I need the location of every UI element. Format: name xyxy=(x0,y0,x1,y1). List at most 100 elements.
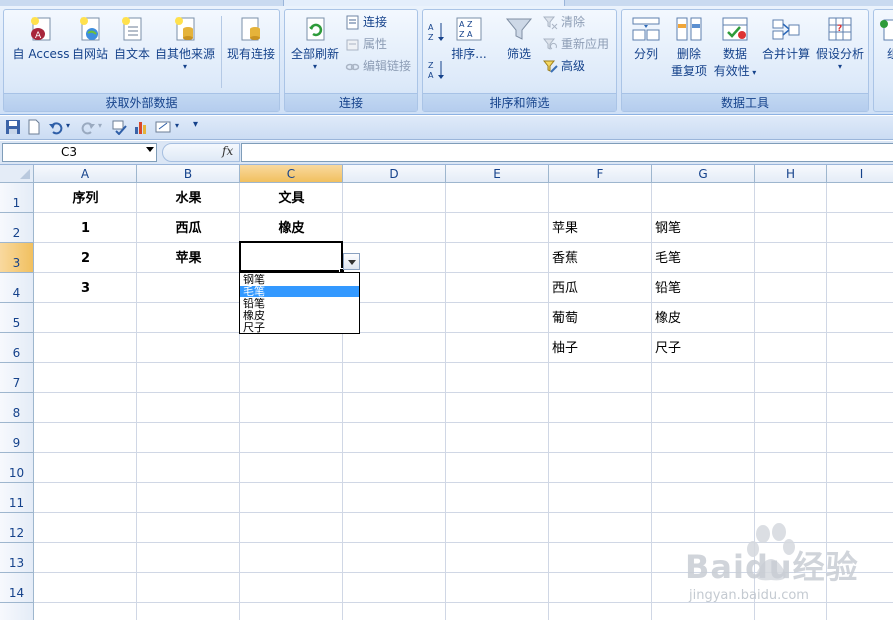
cell-c1[interactable]: 文具 xyxy=(240,183,343,212)
from-web-button[interactable]: 自网站 xyxy=(70,14,110,63)
column-header-c[interactable]: C xyxy=(240,165,343,183)
cell-g2[interactable]: 钢笔 xyxy=(652,213,755,242)
cell-f5[interactable]: 葡萄 xyxy=(549,303,652,332)
column-header-h[interactable]: H xyxy=(755,165,827,183)
column-header-i[interactable]: I xyxy=(827,165,893,183)
dropdown-item[interactable]: 尺子 xyxy=(240,322,359,333)
cell-a1[interactable]: 序列 xyxy=(34,183,137,212)
existing-connections-button[interactable]: 现有连接 xyxy=(224,14,278,63)
consolidate-icon xyxy=(772,19,800,40)
active-cell-c3[interactable] xyxy=(239,241,343,272)
row-header-11[interactable]: 11 xyxy=(0,483,34,513)
funnel-icon xyxy=(505,18,533,40)
data-validation-button[interactable]: 数据 有效性 ▾ xyxy=(712,14,758,81)
consolidate-button[interactable]: 合并计算 xyxy=(760,14,812,63)
row-header-6[interactable]: 6 xyxy=(0,333,34,363)
row-header-3[interactable]: 3 xyxy=(0,243,34,273)
svg-text:A: A xyxy=(428,23,434,32)
remove-duplicates-button[interactable]: 删除 重复项 xyxy=(666,14,712,80)
advanced-filter-button[interactable]: 高级 xyxy=(543,56,585,76)
properties-button[interactable]: 属性 xyxy=(345,34,387,54)
undo-icon[interactable] xyxy=(48,119,64,135)
row-header-2[interactable]: 2 xyxy=(0,213,34,243)
column-header-e[interactable]: E xyxy=(446,165,549,183)
what-if-analysis-button[interactable]: ? 假设分析 ▾ xyxy=(812,14,868,71)
sort-descending-button[interactable]: ZA xyxy=(427,58,447,82)
undo-dropdown-icon[interactable]: ▾ xyxy=(66,121,70,130)
clear-filter-button[interactable]: 清除 xyxy=(543,12,585,32)
row-header-7[interactable]: 7 xyxy=(0,363,34,393)
name-box[interactable]: C3 xyxy=(2,143,157,162)
chart-icon[interactable] xyxy=(133,119,149,135)
dropdown-item[interactable]: 钢笔 xyxy=(240,274,359,285)
spell-check-icon[interactable] xyxy=(111,119,127,135)
sort-ascending-button[interactable]: AZ xyxy=(427,20,447,44)
form-dropdown-icon[interactable]: ▾ xyxy=(175,121,179,130)
text-to-columns-button[interactable]: 分列 xyxy=(626,14,666,63)
filter-button[interactable]: 筛选 xyxy=(499,14,539,63)
save-icon[interactable] xyxy=(5,119,21,135)
cell-b3[interactable]: 苹果 xyxy=(137,243,240,272)
dropdown-item[interactable]: 橡皮 xyxy=(240,310,359,321)
cell-g3[interactable]: 毛笔 xyxy=(652,243,755,272)
redo-dropdown-icon[interactable]: ▾ xyxy=(98,121,102,130)
formula-bar: C3 fx xyxy=(0,141,893,165)
from-text-label: 自文本 xyxy=(113,47,150,61)
cell-f2[interactable]: 苹果 xyxy=(549,213,652,242)
cell-f3[interactable]: 香蕉 xyxy=(549,243,652,272)
gridline xyxy=(34,392,893,393)
cell-b1[interactable]: 水果 xyxy=(137,183,240,212)
group-label-sort-filter: 排序和筛选 xyxy=(423,93,616,111)
chevron-down-icon: ▾ xyxy=(182,62,187,71)
cell-a2[interactable]: 1 xyxy=(34,213,137,242)
from-access-button[interactable]: A 自 Access xyxy=(8,14,74,63)
row-header-8[interactable]: 8 xyxy=(0,393,34,423)
cell-a3[interactable]: 2 xyxy=(34,243,137,272)
row-header-15[interactable] xyxy=(0,603,34,620)
column-header-a[interactable]: A xyxy=(34,165,137,183)
cell-g5[interactable]: 橡皮 xyxy=(652,303,755,332)
dropdown-item[interactable]: 铅笔 xyxy=(240,298,359,309)
row-header-12[interactable]: 12 xyxy=(0,513,34,543)
formula-input[interactable] xyxy=(241,143,893,162)
connections-button[interactable]: 连接 xyxy=(345,12,387,32)
row-header-13[interactable]: 13 xyxy=(0,543,34,573)
cell-f4[interactable]: 西瓜 xyxy=(549,273,652,302)
column-header-g[interactable]: G xyxy=(652,165,755,183)
sort-button[interactable]: A ZZ A 排序... xyxy=(451,14,487,63)
row-header-10[interactable]: 10 xyxy=(0,453,34,483)
customize-qat-icon[interactable]: ▾ xyxy=(193,119,198,130)
cell-b2[interactable]: 西瓜 xyxy=(137,213,240,242)
row-header-9[interactable]: 9 xyxy=(0,423,34,453)
column-header-f[interactable]: F xyxy=(549,165,652,183)
cell-a4[interactable]: 3 xyxy=(34,273,137,302)
new-document-icon[interactable] xyxy=(26,119,42,135)
from-text-button[interactable]: 自文本 xyxy=(112,14,152,63)
validation-dropdown-button[interactable] xyxy=(343,253,360,270)
redo-icon[interactable] xyxy=(80,119,96,135)
column-header-b[interactable]: B xyxy=(137,165,240,183)
insert-function-icon[interactable]: fx xyxy=(222,144,233,158)
refresh-all-button[interactable]: 全部刷新 ▾ xyxy=(289,14,341,71)
edit-links-button[interactable]: 编辑链接 xyxy=(345,56,411,76)
column-header-d[interactable]: D xyxy=(343,165,446,183)
select-all-corner[interactable] xyxy=(0,165,34,183)
text-to-columns-label: 分列 xyxy=(633,47,658,61)
cell-f6[interactable]: 柚子 xyxy=(549,333,652,362)
gridline xyxy=(34,422,893,423)
validation-dropdown-list[interactable]: 钢笔 毛笔 铅笔 橡皮 尺子 xyxy=(239,272,360,334)
dropdown-item-highlighted[interactable]: 毛笔 xyxy=(240,286,359,297)
form-icon[interactable] xyxy=(155,119,171,135)
row-header-14[interactable]: 14 xyxy=(0,573,34,603)
cell-g4[interactable]: 铅笔 xyxy=(652,273,755,302)
cell-g6[interactable]: 尺子 xyxy=(652,333,755,362)
group-button[interactable]: 组 xyxy=(878,14,893,63)
reapply-button[interactable]: 重新应用 xyxy=(543,34,609,54)
row-header-4[interactable]: 4 xyxy=(0,273,34,303)
gridline xyxy=(34,452,893,453)
row-header-1[interactable]: 1 xyxy=(0,183,34,213)
from-other-sources-button[interactable]: 自其他来源 ▾ xyxy=(152,14,218,71)
name-box-dropdown-icon[interactable] xyxy=(146,147,154,152)
row-header-5[interactable]: 5 xyxy=(0,303,34,333)
cell-c2[interactable]: 橡皮 xyxy=(240,213,343,242)
